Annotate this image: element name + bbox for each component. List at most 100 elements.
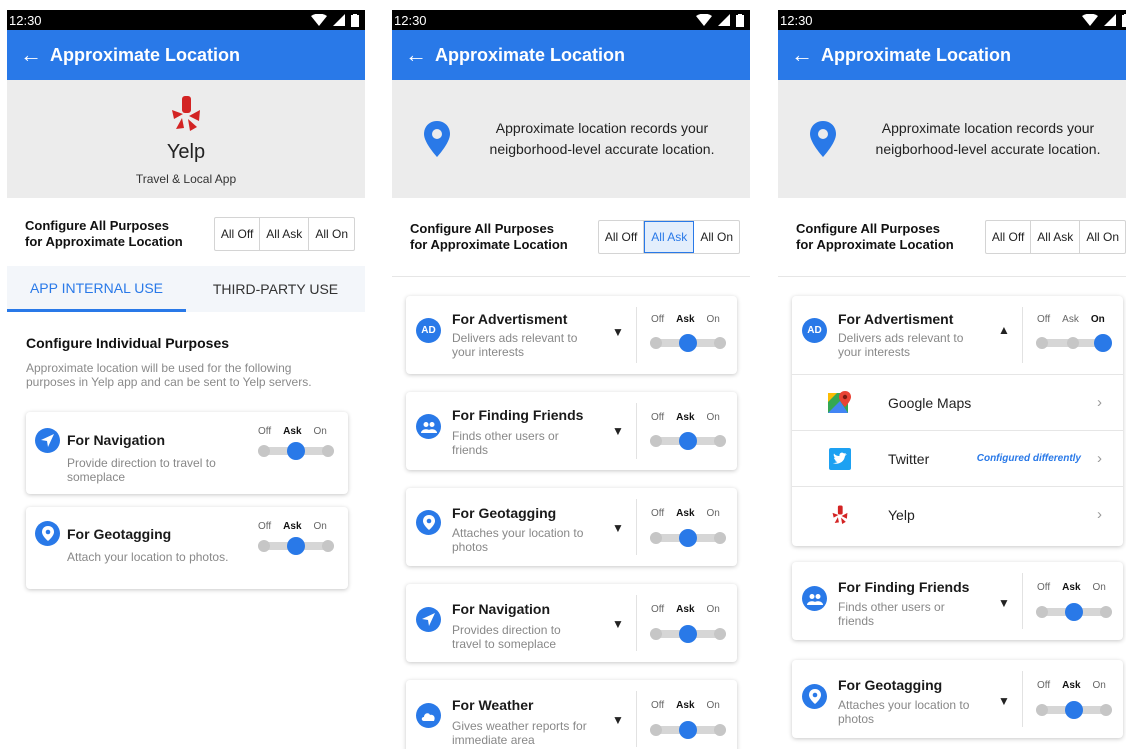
app-bar: ← Approximate Location bbox=[7, 30, 365, 80]
all-on-button[interactable]: All On bbox=[309, 218, 354, 250]
info-text: Approximate location records your neigbo… bbox=[875, 120, 1101, 157]
battery-icon bbox=[351, 13, 359, 27]
all-off-button[interactable]: All Off bbox=[986, 220, 1032, 253]
back-arrow-icon[interactable]: ← bbox=[405, 44, 435, 66]
purpose-card-finding-friends[interactable]: For Finding Friends Finds other users or… bbox=[406, 392, 737, 470]
expand-caret-icon[interactable]: ▼ bbox=[998, 694, 1010, 708]
toggle-labels: Off Ask On bbox=[1037, 314, 1105, 325]
purpose-card-navigation[interactable]: For Navigation Provides direction to tra… bbox=[406, 584, 737, 662]
app-row-twitter[interactable]: Twitter Configured differently › bbox=[792, 430, 1123, 486]
app-bar: ← Approximate Location bbox=[778, 30, 1126, 80]
config-segmented-control: All Off All Ask All On bbox=[984, 219, 1126, 254]
expand-caret-icon[interactable]: ▼ bbox=[612, 424, 624, 438]
yelp-logo-icon bbox=[7, 80, 365, 139]
config-label-line2: for Approximate Location bbox=[410, 236, 568, 252]
tri-state-toggle[interactable] bbox=[258, 537, 334, 555]
all-on-button[interactable]: All On bbox=[1080, 221, 1125, 253]
app-row-yelp[interactable]: Yelp › bbox=[792, 486, 1123, 542]
tri-state-toggle[interactable] bbox=[1036, 334, 1112, 352]
cloud-icon bbox=[416, 703, 441, 728]
battery-icon bbox=[736, 13, 744, 27]
divider bbox=[392, 276, 750, 277]
chevron-right-icon: › bbox=[1097, 506, 1102, 523]
chevron-right-icon: › bbox=[1097, 450, 1102, 467]
all-off-button[interactable]: All Off bbox=[215, 217, 261, 250]
tri-state-toggle[interactable] bbox=[650, 721, 726, 739]
info-text: Approximate location records your neigbo… bbox=[489, 120, 715, 157]
info-banner: Approximate location records your neigbo… bbox=[778, 80, 1126, 198]
tab-bar: APP INTERNAL USE THIRD-PARTY USE bbox=[7, 266, 365, 312]
purpose-title: For Advertisment bbox=[452, 311, 568, 327]
navigation-icon bbox=[416, 607, 441, 632]
phone-screen-app-view: 12:30 ← Approximate Location Yelp Travel… bbox=[7, 10, 365, 749]
location-pin-icon bbox=[35, 521, 60, 546]
individual-purposes-description: Approximate location will be used for th… bbox=[26, 361, 312, 389]
tri-state-toggle[interactable] bbox=[1036, 701, 1112, 719]
tab-app-internal-use[interactable]: APP INTERNAL USE bbox=[7, 266, 186, 312]
chevron-right-icon: › bbox=[1097, 394, 1102, 411]
tri-state-toggle[interactable] bbox=[650, 625, 726, 643]
toggle-labels: Off Ask On bbox=[1037, 582, 1106, 593]
expand-caret-icon[interactable]: ▼ bbox=[612, 325, 624, 339]
google-maps-icon bbox=[792, 390, 888, 415]
ad-icon: AD bbox=[416, 318, 441, 343]
page-title: Approximate Location bbox=[50, 44, 241, 65]
app-bar: ← Approximate Location bbox=[392, 30, 750, 80]
expand-caret-icon[interactable]: ▼ bbox=[612, 617, 624, 631]
app-header: Yelp Travel & Local App bbox=[7, 80, 365, 198]
signal-icon bbox=[333, 14, 345, 26]
collapse-caret-icon[interactable]: ▲ bbox=[998, 323, 1010, 337]
purpose-card-navigation[interactable]: For Navigation Provide direction to trav… bbox=[26, 412, 348, 494]
purpose-card-geotagging[interactable]: For Geotagging Attach your location to p… bbox=[26, 507, 348, 589]
navigation-icon bbox=[35, 428, 60, 453]
expand-caret-icon[interactable]: ▼ bbox=[998, 596, 1010, 610]
tri-state-toggle[interactable] bbox=[258, 442, 334, 460]
tri-state-toggle[interactable] bbox=[650, 432, 726, 450]
expand-caret-icon[interactable]: ▼ bbox=[612, 521, 624, 535]
purpose-title: For Geotagging bbox=[67, 526, 172, 542]
tri-state-toggle[interactable] bbox=[650, 529, 726, 547]
ad-icon: AD bbox=[802, 318, 827, 343]
purpose-title: For Finding Friends bbox=[452, 407, 584, 423]
people-icon bbox=[802, 586, 827, 611]
toggle-labels: Off Ask On bbox=[258, 521, 327, 532]
back-arrow-icon[interactable]: ← bbox=[791, 44, 821, 66]
people-icon bbox=[416, 414, 441, 439]
app-name: Google Maps bbox=[888, 394, 972, 411]
purpose-card-weather[interactable]: For Weather Gives weather reports for im… bbox=[406, 680, 737, 749]
app-row-google-maps[interactable]: Google Maps › bbox=[792, 374, 1123, 430]
location-pin-icon bbox=[802, 684, 827, 709]
purpose-card-advertisment[interactable]: AD For Advertisment Delivers ads relevan… bbox=[406, 296, 737, 374]
all-ask-button[interactable]: All Ask bbox=[260, 217, 310, 250]
purpose-card-geotagging[interactable]: For Geotagging Attaches your location to… bbox=[792, 660, 1123, 738]
toggle-labels: Off Ask On bbox=[258, 426, 327, 437]
config-segmented-control: All Off All Ask All On bbox=[213, 216, 355, 251]
page-title: Approximate Location bbox=[435, 44, 626, 65]
tab-third-party-use[interactable]: THIRD-PARTY USE bbox=[186, 266, 365, 312]
wifi-icon bbox=[696, 14, 712, 26]
toggle-labels: Off Ask On bbox=[651, 700, 720, 711]
purpose-title: For Advertisment bbox=[838, 311, 954, 327]
status-time: 12:30 bbox=[9, 12, 42, 28]
purpose-card-finding-friends[interactable]: For Finding Friends Finds other users or… bbox=[792, 562, 1123, 640]
toggle-labels: Off Ask On bbox=[651, 412, 720, 423]
all-on-button[interactable]: All On bbox=[694, 221, 739, 253]
configure-all-purposes: Configure All Purposes for Approximate L… bbox=[7, 206, 365, 261]
config-label-line2: for Approximate Location bbox=[796, 236, 954, 252]
purpose-card-advertisment-expanded[interactable]: AD For Advertisment Delivers ads relevan… bbox=[792, 296, 1123, 546]
expand-caret-icon[interactable]: ▼ bbox=[612, 713, 624, 727]
status-bar: 12:30 bbox=[392, 10, 750, 30]
all-ask-button[interactable]: All Ask bbox=[1031, 220, 1081, 253]
purpose-description: Provide direction to travel to someplace bbox=[67, 456, 216, 484]
tri-state-toggle[interactable] bbox=[1036, 603, 1112, 621]
back-arrow-icon[interactable]: ← bbox=[20, 44, 50, 66]
all-off-button[interactable]: All Off bbox=[599, 220, 645, 253]
config-label-line2: for Approximate Location bbox=[25, 233, 183, 249]
configure-all-purposes: Configure All Purposes for Approximate L… bbox=[392, 209, 750, 264]
config-label-line1: Configure All Purposes bbox=[796, 220, 940, 236]
all-ask-button[interactable]: All Ask bbox=[644, 220, 695, 253]
phone-screen-purposes: 12:30 ← Approximate Location Approximate… bbox=[392, 10, 750, 749]
configure-all-purposes: Configure All Purposes for Approximate L… bbox=[778, 209, 1126, 264]
tri-state-toggle[interactable] bbox=[650, 334, 726, 352]
purpose-card-geotagging[interactable]: For Geotagging Attaches your location to… bbox=[406, 488, 737, 566]
